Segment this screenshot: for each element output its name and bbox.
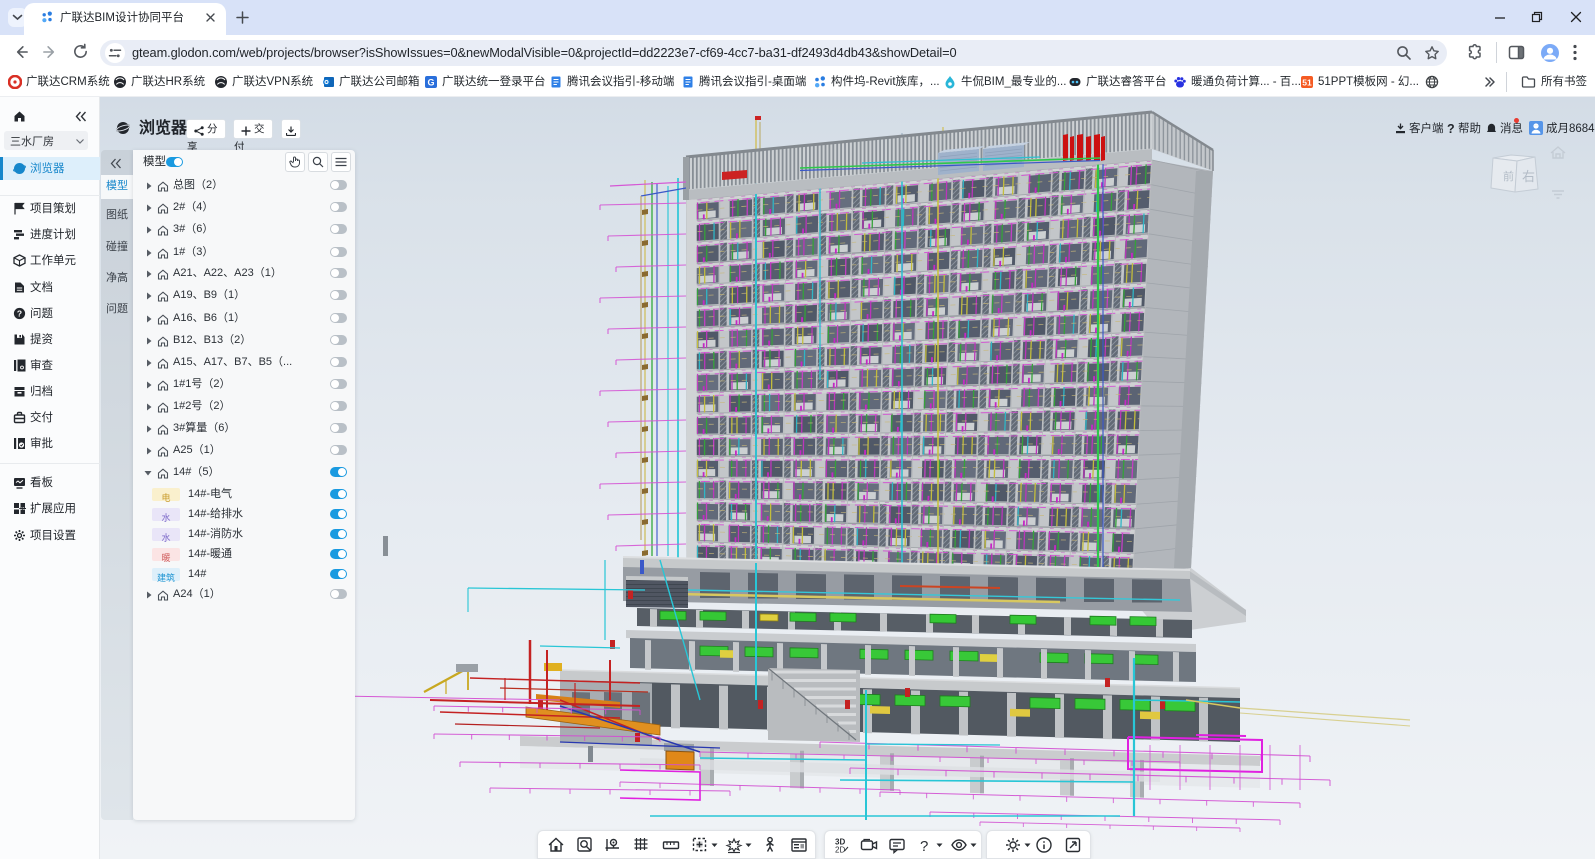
svg-text:2D: 2D <box>835 846 845 855</box>
svg-text:51: 51 <box>1302 78 1312 88</box>
svg-text:?: ? <box>920 838 928 854</box>
svg-text:?: ? <box>17 309 22 319</box>
svg-text:G: G <box>427 77 434 87</box>
svg-text:右: 右 <box>1522 169 1535 184</box>
svg-text:前: 前 <box>1503 169 1514 183</box>
